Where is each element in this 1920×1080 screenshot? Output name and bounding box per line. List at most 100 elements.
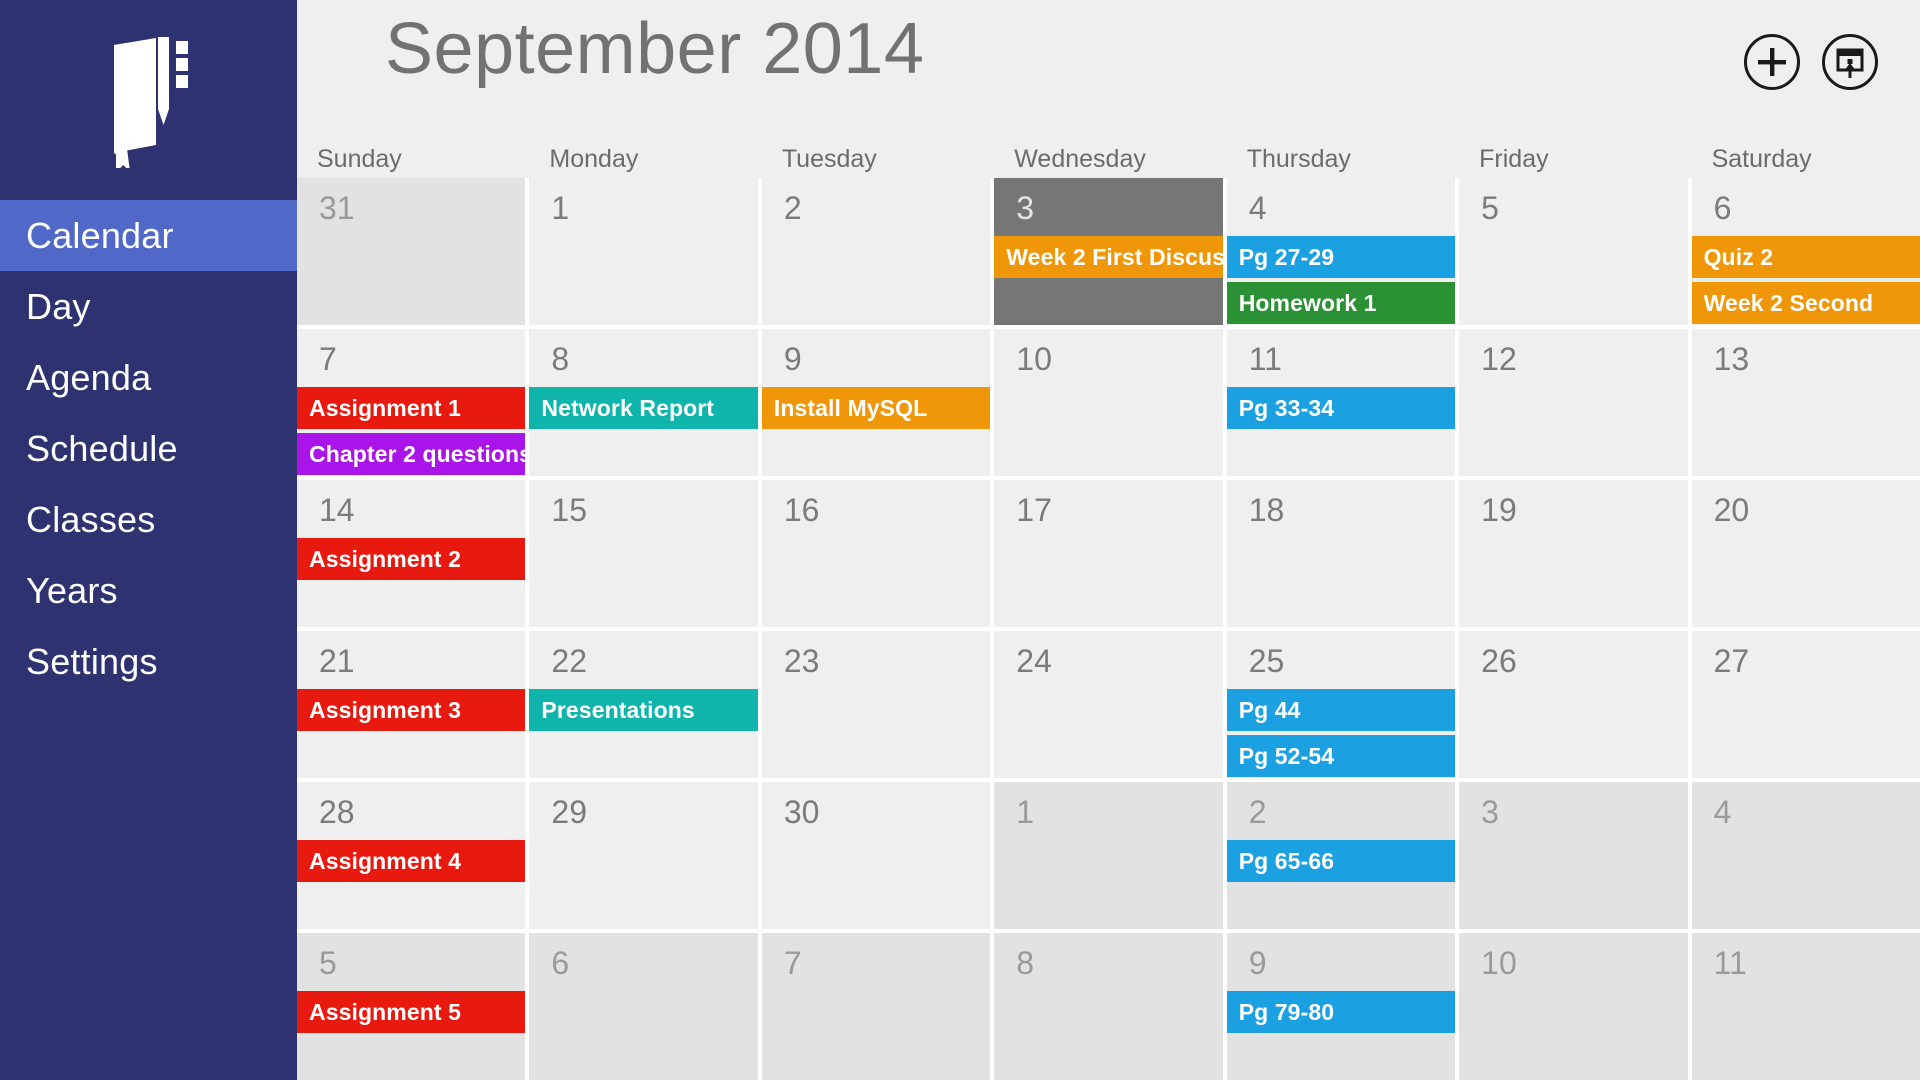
day-events: [762, 991, 990, 1080]
add-event-button[interactable]: [1744, 34, 1800, 90]
calendar-event[interactable]: Install MySQL: [761, 387, 991, 429]
calendar-day-cell[interactable]: 7 Assignment 1 Chapter 2 questions: [297, 329, 526, 476]
calendar-event[interactable]: Quiz 2: [1691, 236, 1920, 278]
calendar-day-cell[interactable]: 2 Pg 65-66: [1226, 782, 1456, 929]
sidebar-item-schedule[interactable]: Schedule: [0, 413, 297, 484]
calendar-day-cell[interactable]: 2: [761, 178, 991, 325]
calendar-day-cell[interactable]: 8 Network Report: [529, 329, 758, 476]
page-title: September 2014: [385, 9, 925, 89]
calendar-day-cell[interactable]: 9 Pg 79-80: [1226, 933, 1456, 1080]
day-events: [297, 236, 525, 325]
calendar-day-cell[interactable]: 24: [994, 631, 1223, 778]
sidebar-item-years[interactable]: Years: [0, 555, 297, 626]
calendar-day-cell[interactable]: 18: [1226, 480, 1456, 627]
calendar-day-cell[interactable]: 29: [529, 782, 758, 929]
calendar-event[interactable]: Presentations: [529, 689, 758, 731]
calendar-day-cell[interactable]: 27: [1691, 631, 1920, 778]
calendar-event[interactable]: Homework 1: [1226, 282, 1456, 324]
calendar-day-cell[interactable]: 21 Assignment 3: [297, 631, 526, 778]
calendar-day-cell[interactable]: 15: [529, 480, 758, 627]
calendar-day-cell[interactable]: 7: [761, 933, 991, 1080]
sidebar-item-day[interactable]: Day: [0, 271, 297, 342]
day-events: [994, 538, 1222, 627]
calendar-day-cell[interactable]: 12: [1459, 329, 1688, 476]
calendar-day-cell[interactable]: 10: [994, 329, 1223, 476]
calendar-event-title: Assignment 1: [309, 394, 462, 421]
day-events: [1227, 538, 1455, 627]
calendar-event[interactable]: Assignment 4: [297, 840, 526, 882]
calendar-day-cell[interactable]: 1: [529, 178, 758, 325]
calendar-event[interactable]: Pg 79-80: [1226, 991, 1456, 1033]
day-events: Presentations: [529, 689, 758, 778]
calendar-day-cell[interactable]: 1: [994, 782, 1223, 929]
sidebar-item-classes[interactable]: Classes: [0, 484, 297, 555]
calendar-day-cell[interactable]: 6 Quiz 2 Week 2 Second: [1691, 178, 1920, 325]
day-number: 11: [1713, 945, 1747, 981]
calendar-day-cell[interactable]: 23: [761, 631, 991, 778]
main-panel: September 2014 Sunday Monday Tuesday Wed…: [297, 0, 1920, 1080]
calendar-day-cell[interactable]: 10: [1459, 933, 1688, 1080]
planner-notebook-pencil-icon: [113, 36, 188, 168]
calendar-day-cell[interactable]: 4: [1691, 782, 1920, 929]
calendar-day-cell[interactable]: 13: [1691, 329, 1920, 476]
sidebar-item-agenda[interactable]: Agenda: [0, 342, 297, 413]
calendar-day-cell[interactable]: 26: [1459, 631, 1688, 778]
weekday-header-friday: Friday: [1479, 145, 1549, 173]
calendar-day-cell[interactable]: 11 Pg 33-34: [1226, 329, 1456, 476]
calendar-event[interactable]: Chapter 2 questions: [297, 433, 526, 475]
calendar-event[interactable]: Assignment 3: [297, 689, 526, 731]
calendar-day-cell[interactable]: 5: [1459, 178, 1688, 325]
calendar-event[interactable]: Pg 65-66: [1226, 840, 1456, 882]
calendar-event-title: Pg 27-29: [1238, 243, 1335, 270]
calendar-day-cell[interactable]: 8: [994, 933, 1223, 1080]
calendar-event-title: Pg 44: [1238, 696, 1301, 723]
calendar-day-cell[interactable]: 11: [1691, 933, 1920, 1080]
day-events: Assignment 3: [297, 689, 526, 778]
calendar-day-cell[interactable]: 30: [761, 782, 991, 929]
calendar-day-cell[interactable]: 28 Assignment 4: [297, 782, 526, 929]
calendar-event-title: Pg 65-66: [1238, 847, 1335, 874]
calendar-day-cell[interactable]: 22 Presentations: [529, 631, 758, 778]
weekday-header-thursday: Thursday: [1246, 145, 1351, 173]
calendar-event-title: Homework 1: [1238, 289, 1377, 316]
calendar-event[interactable]: Pg 44: [1226, 689, 1456, 731]
calendar-event-title: Assignment 4: [309, 847, 462, 874]
day-events: Pg 65-66: [1226, 840, 1456, 929]
calendar-event[interactable]: Assignment 2: [297, 538, 526, 580]
day-number: 2: [783, 190, 802, 226]
calendar-day-cell[interactable]: 16: [761, 480, 991, 627]
calendar-day-cell[interactable]: 5 Assignment 5: [297, 933, 526, 1080]
calendar-event[interactable]: Pg 33-34: [1226, 387, 1456, 429]
calendar-event[interactable]: Assignment 5: [297, 991, 526, 1033]
calendar-day-cell-today[interactable]: 3 Week 2 First Discussi: [994, 178, 1223, 325]
calendar-day-cell[interactable]: 9 Install MySQL: [761, 329, 991, 476]
calendar-event[interactable]: Week 2 First Discussi: [994, 236, 1223, 278]
calendar-day-cell[interactable]: 19: [1459, 480, 1688, 627]
calendar-day-cell[interactable]: 20: [1691, 480, 1920, 627]
calendar-event[interactable]: Week 2 Second: [1691, 282, 1920, 324]
calendar-day-cell[interactable]: 17: [994, 480, 1223, 627]
day-events: [1692, 689, 1920, 778]
calendar-event-title: Assignment 5: [309, 998, 462, 1025]
weekday-header-sunday: Sunday: [317, 145, 402, 173]
calendar-event[interactable]: Assignment 1: [297, 387, 526, 429]
sidebar: Calendar Day Agenda Schedule Classes Years Set…: [0, 0, 297, 1080]
calendar-event[interactable]: Network Report: [529, 387, 758, 429]
calendar-event[interactable]: Pg 52-54: [1226, 735, 1456, 777]
calendar-day-cell[interactable]: 14 Assignment 2: [297, 480, 526, 627]
calendar-day-cell[interactable]: 31: [297, 178, 526, 325]
sidebar-item-settings[interactable]: Settings: [0, 626, 297, 697]
calendar-day-cell[interactable]: 6: [529, 933, 758, 1080]
day-number: 22: [551, 643, 588, 679]
calendar-event[interactable]: Pg 27-29: [1226, 236, 1456, 278]
day-events: Pg 27-29 Homework 1: [1226, 236, 1456, 325]
day-number: 6: [1713, 190, 1732, 226]
day-events: Quiz 2 Week 2 Second: [1691, 236, 1920, 325]
calendar-day-cell[interactable]: 4 Pg 27-29 Homework 1: [1226, 178, 1456, 325]
calendar-day-cell[interactable]: 25 Pg 44 Pg 52-54: [1226, 631, 1456, 778]
import-button[interactable]: [1822, 34, 1878, 90]
sidebar-item-calendar[interactable]: Calendar: [0, 200, 297, 271]
weekday-header-monday: Monday: [549, 145, 639, 173]
calendar-day-cell[interactable]: 3: [1459, 782, 1688, 929]
day-events: [1459, 236, 1687, 325]
